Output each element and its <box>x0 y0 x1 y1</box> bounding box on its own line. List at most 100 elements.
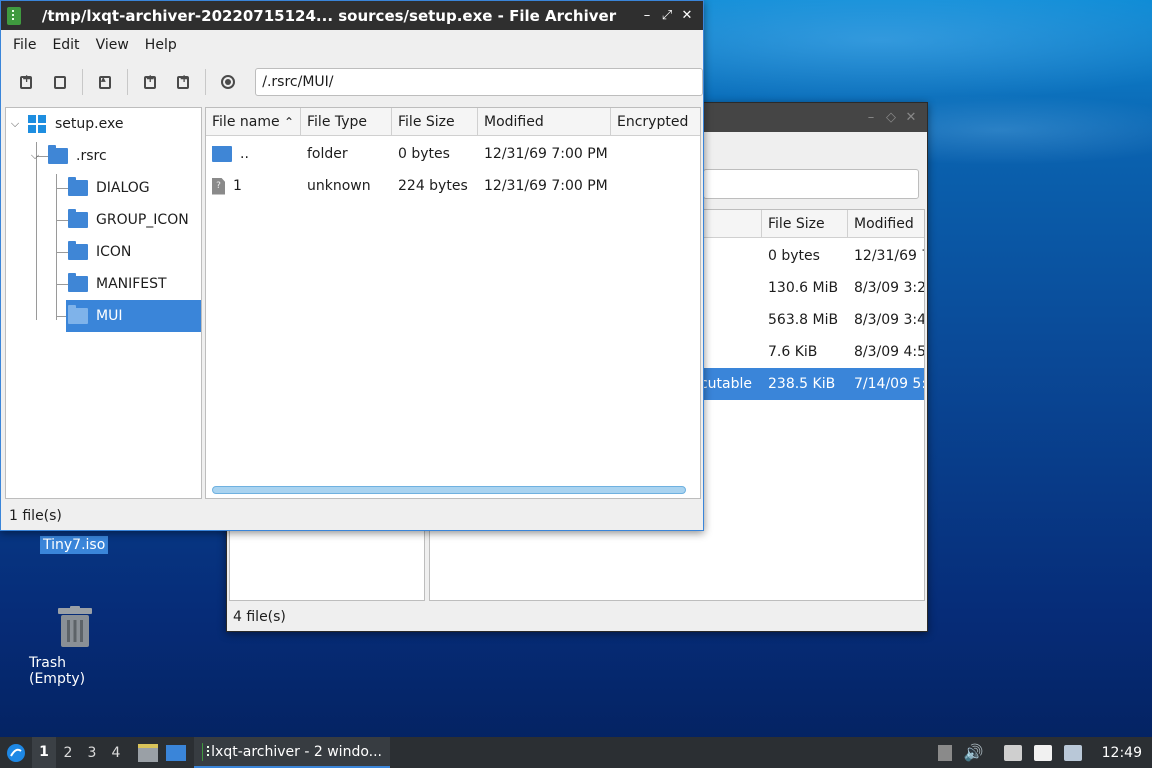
desktop-icon-trash[interactable]: Trash (Empty) <box>26 606 124 688</box>
file-list[interactable]: File name ⌃ File Type File Size Modified… <box>205 107 701 499</box>
back-path-input[interactable] <box>703 169 919 199</box>
tree-item-manifest[interactable]: MANIFEST <box>68 268 167 300</box>
maximize-icon[interactable]: ⤢ <box>657 8 677 23</box>
column-header-file-name[interactable]: File name ⌃ <box>206 108 301 136</box>
cell-modified: 8/3/09 3:22 <box>854 280 924 296</box>
stop-button[interactable] <box>216 70 240 94</box>
tree-item-label: MUI <box>96 308 123 324</box>
cell-size: 7.6 KiB <box>768 344 818 360</box>
column-header-encrypted[interactable]: Encrypted <box>611 108 700 136</box>
table-row[interactable]: .. folder 0 bytes 12/31/69 7:00 PM <box>206 138 700 170</box>
column-header-file-size[interactable]: File Size <box>762 210 848 238</box>
cell-size: 563.8 MiB <box>768 312 839 328</box>
tree-item-dialog[interactable]: DIALOG <box>68 172 150 204</box>
cell-size: 224 bytes <box>398 178 468 194</box>
toolbar <box>1 60 703 104</box>
maximize-icon[interactable]: ◇ <box>881 110 901 125</box>
task-label: lxqt-archiver - 2 windo... <box>211 743 382 760</box>
tree-connector <box>56 252 68 253</box>
status-text: 1 file(s) <box>9 508 62 524</box>
volume-icon[interactable]: 🔊 <box>964 743 984 762</box>
network-icon[interactable] <box>1003 744 1022 761</box>
column-header-modified[interactable]: Modified <box>848 210 924 238</box>
folder-icon <box>68 305 88 324</box>
workspace-1[interactable]: 1 <box>32 737 56 768</box>
taskbar-task-lxqt-archiver[interactable]: lxqt-archiver - 2 windo... <box>194 737 390 768</box>
add-folder-button[interactable] <box>172 70 196 94</box>
archiver-app-icon <box>202 742 211 761</box>
cell-modified: 12/31/69 7:00 PM <box>484 146 608 162</box>
tree-item-mui[interactable]: MUI <box>66 300 201 332</box>
windows-exe-icon <box>28 115 46 133</box>
cell-type: unknown <box>307 178 371 194</box>
folder-icon <box>212 146 232 162</box>
menu-edit[interactable]: Edit <box>44 37 87 53</box>
cell-type: folder <box>307 146 348 162</box>
column-header-modified[interactable]: Modified <box>478 108 611 136</box>
tree-item-group-icon[interactable]: GROUP_ICON <box>68 204 189 236</box>
cell-size: 0 bytes <box>768 248 820 264</box>
column-header-label: File name <box>212 114 280 130</box>
close-icon[interactable]: ✕ <box>677 8 697 23</box>
add-files-button[interactable] <box>138 70 162 94</box>
taskbar: 1 2 3 4 lxqt-archiver - 2 windo... 🔊 12:… <box>0 737 1152 768</box>
list-header: File name ⌃ File Type File Size Modified… <box>206 108 700 136</box>
unknown-file-icon: ? <box>212 177 225 195</box>
minimize-icon[interactable]: – <box>637 8 657 23</box>
back-status-text: 4 file(s) <box>233 609 286 625</box>
notification-icon[interactable] <box>1063 744 1082 761</box>
table-row[interactable]: ? 1 unknown 224 bytes 12/31/69 7:00 PM <box>206 170 700 202</box>
front-window[interactable]: /tmp/lxqt-archiver-20220715124... source… <box>0 0 704 531</box>
add-files-icon <box>143 72 156 89</box>
tree-item-label: DIALOG <box>96 180 150 196</box>
clipboard-icon[interactable] <box>1033 744 1052 761</box>
folder-tree[interactable]: ⌵ setup.exe ⌵ .rsrc DIALOG GROUP_ICON IC… <box>5 107 202 499</box>
file-name-text: 1 <box>233 178 242 194</box>
chevron-down-icon[interactable]: ⌵ <box>28 149 42 163</box>
front-window-titlebar[interactable]: /tmp/lxqt-archiver-20220715124... source… <box>1 1 703 30</box>
tree-connector <box>56 220 68 221</box>
tree-item-label: MANIFEST <box>96 276 167 292</box>
archiver-app-icon <box>7 6 21 25</box>
horizontal-scrollbar[interactable] <box>212 486 686 494</box>
new-archive-button[interactable] <box>14 70 38 94</box>
file-name-text: .. <box>240 146 249 162</box>
workspace-4[interactable]: 4 <box>104 745 128 761</box>
tree-item-setup-exe[interactable]: ⌵ setup.exe <box>8 108 123 140</box>
trash-icon <box>58 606 92 647</box>
open-archive-icon <box>53 75 66 89</box>
minimize-icon[interactable]: – <box>861 110 881 125</box>
open-archive-button[interactable] <box>48 70 72 94</box>
tree-item-rsrc[interactable]: ⌵ .rsrc <box>28 140 107 172</box>
column-header-file-type[interactable]: File Type <box>301 108 392 136</box>
desktop-icon-label: Trash (Empty) <box>29 655 86 687</box>
cell-modified: 7/14/09 5:2 <box>854 376 924 392</box>
sort-ascending-icon: ⌃ <box>283 115 294 129</box>
cell-name: ? 1 <box>206 177 301 195</box>
menu-help[interactable]: Help <box>137 37 185 53</box>
desktop-icon-tiny7-iso[interactable]: Tiny7.iso <box>40 536 109 554</box>
chevron-down-icon[interactable]: ⌵ <box>8 117 22 131</box>
add-folder-icon <box>177 72 190 89</box>
toolbar-separator <box>126 69 128 95</box>
close-icon[interactable]: ✕ <box>901 110 921 125</box>
system-tray: 🔊 12:49 <box>937 743 1152 762</box>
workspace-3[interactable]: 3 <box>80 745 104 761</box>
start-menu-button[interactable] <box>0 743 32 763</box>
tray-arrow-icon[interactable] <box>937 744 952 761</box>
menu-view[interactable]: View <box>88 37 137 53</box>
extract-button[interactable] <box>93 70 117 94</box>
menu-file[interactable]: File <box>5 37 44 53</box>
file-manager-launcher-icon[interactable] <box>138 743 158 762</box>
column-header-file-size[interactable]: File Size <box>392 108 478 136</box>
folder-icon <box>68 209 88 228</box>
toolbar-separator <box>205 69 207 95</box>
show-desktop-icon[interactable] <box>166 744 186 761</box>
folder-icon <box>48 145 68 164</box>
cell-name: .. <box>206 146 301 162</box>
workspace-2[interactable]: 2 <box>56 745 80 761</box>
path-input[interactable] <box>255 68 703 96</box>
folder-icon <box>68 177 88 196</box>
tree-item-icon[interactable]: ICON <box>68 236 131 268</box>
clock[interactable]: 12:49 <box>1102 745 1142 761</box>
